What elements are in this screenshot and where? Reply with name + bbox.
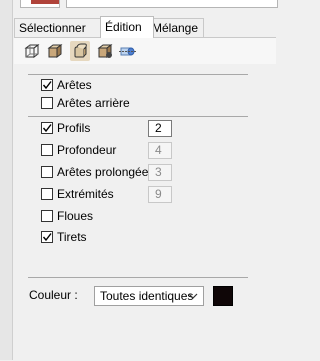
- box-wireframe-icon[interactable]: [22, 41, 42, 61]
- check-icon: [42, 233, 52, 242]
- aretes-arriere-checkbox[interactable]: [41, 97, 53, 109]
- check-icon: [42, 81, 52, 90]
- color-mode-value: Toutes identiques: [100, 289, 194, 303]
- tirets-checkbox[interactable]: [41, 231, 53, 243]
- profondeur-value-input[interactable]: 4: [148, 142, 172, 159]
- color-row: Couleur : Toutes identiques: [29, 286, 239, 306]
- floues-label: Floues: [57, 209, 94, 223]
- floues-checkbox[interactable]: [41, 210, 53, 222]
- divider-top: [28, 74, 248, 75]
- aretes-checkbox[interactable]: [41, 79, 53, 91]
- extremites-checkbox[interactable]: [41, 188, 53, 200]
- check-icon: [42, 124, 52, 133]
- cylinder-xray-icon[interactable]: [118, 41, 138, 61]
- profils-checkbox[interactable]: [41, 122, 53, 134]
- aretes-label: Arêtes: [57, 78, 92, 92]
- extremites-label: Extrémités: [57, 187, 114, 201]
- aretes-prolongees-label: Arêtes prolongées: [57, 165, 155, 179]
- edge-style-toolbar: [14, 38, 276, 64]
- tab-selectionner[interactable]: Sélectionner: [14, 18, 104, 37]
- style-thumbnail-swatch: [31, 0, 59, 4]
- profondeur-label: Profondeur: [57, 143, 117, 157]
- aretes-arriere-label: Arêtes arrière: [57, 96, 130, 110]
- profils-label: Profils: [57, 121, 91, 135]
- profondeur-checkbox[interactable]: [41, 144, 53, 156]
- box-shaded-icon[interactable]: [45, 41, 65, 61]
- color-swatch-button[interactable]: [213, 286, 233, 306]
- edition-panel: Arêtes Arêtes arrière Profils 2 Profonde…: [14, 37, 276, 361]
- profils-width-input[interactable]: 2: [148, 120, 172, 137]
- color-mode-select[interactable]: Toutes identiques: [94, 286, 204, 306]
- tab-melange[interactable]: Mélange: [147, 18, 204, 37]
- extremites-value-input[interactable]: 9: [148, 186, 172, 203]
- style-name-field[interactable]: [66, 0, 278, 8]
- left-panel-edge: [0, 0, 13, 360]
- tab-strip: Sélectionner Édition Mélange: [14, 16, 276, 38]
- top-frame: [14, 0, 278, 10]
- color-label: Couleur :: [29, 288, 78, 302]
- divider-bottom: [28, 277, 248, 278]
- tirets-label: Tirets: [57, 230, 87, 244]
- aretes-prolongees-value-input[interactable]: 3: [148, 164, 172, 181]
- aretes-prolongees-checkbox[interactable]: [41, 166, 53, 178]
- box-rounded-icon[interactable]: [70, 41, 90, 61]
- chevron-down-icon: [188, 287, 198, 310]
- box-texture-icon[interactable]: [95, 41, 115, 61]
- divider-middle: [28, 116, 248, 117]
- style-thumbnail[interactable]: [20, 0, 60, 8]
- tab-edition[interactable]: Édition: [100, 16, 154, 38]
